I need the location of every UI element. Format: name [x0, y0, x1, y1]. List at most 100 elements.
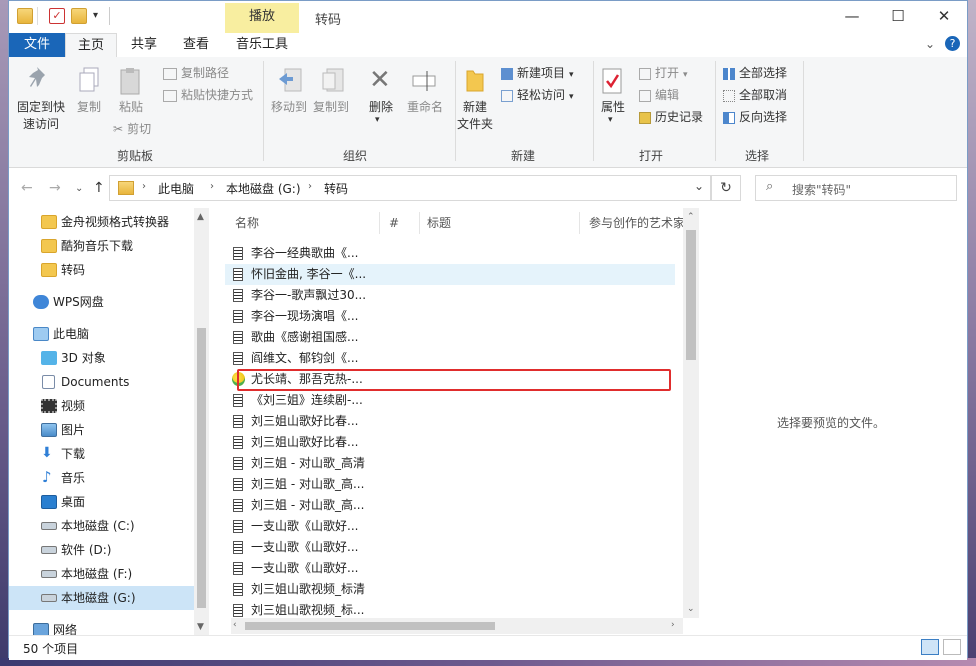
pin-quick-access-button[interactable]: 固定到快 速访问 — [13, 99, 69, 133]
file-row[interactable]: 歌曲《感谢祖国感... — [225, 327, 675, 348]
breadcrumb-this-pc[interactable]: 此电脑 — [158, 180, 194, 197]
tab-view[interactable]: 查看 — [173, 33, 219, 57]
nav-item-folder-3[interactable]: 转码 — [9, 258, 194, 282]
select-all-button[interactable]: 全部选择 — [723, 63, 787, 83]
open-button[interactable]: 打开 ▾ — [639, 63, 688, 83]
easy-access-button[interactable]: 轻松访问 ▾ — [501, 85, 574, 105]
file-list-horizontal-scrollbar[interactable]: ‹ › — [231, 618, 683, 634]
address-bar[interactable]: › 此电脑 › 本地磁盘 (G:) › 转码 ⌄ — [109, 175, 711, 201]
paste-shortcut-button[interactable]: 粘贴快捷方式 — [163, 85, 253, 105]
scroll-up-icon[interactable]: ⌃ — [687, 212, 695, 222]
file-row[interactable]: 一支山歌《山歌好... — [225, 537, 675, 558]
nav-item-folder-1[interactable]: 金舟视频格式转换器 — [9, 210, 194, 234]
file-row[interactable]: 李谷一现场演唱《... — [225, 306, 675, 327]
close-button[interactable]: ✕ — [921, 1, 967, 31]
chevron-down-icon[interactable]: ⌄ — [925, 37, 935, 51]
maximize-button[interactable]: ☐ — [875, 1, 921, 31]
copy-to-button[interactable]: 复制到 — [309, 99, 353, 116]
tab-music-tools[interactable]: 音乐工具 — [225, 33, 299, 57]
history-button[interactable]: 历史记录 — [639, 107, 703, 127]
paste-button[interactable]: 粘贴 — [113, 99, 149, 116]
search-input[interactable]: ⌕ 搜索"转码" — [755, 175, 957, 201]
nav-item-downloads[interactable]: ⬇ 下载 — [9, 442, 194, 466]
file-row[interactable]: 怀旧金曲, 李谷一《... — [225, 264, 675, 285]
nav-item-drive-g[interactable]: 本地磁盘 (G:) — [9, 586, 194, 610]
invert-selection-button[interactable]: 反向选择 — [723, 107, 787, 127]
scroll-down-icon[interactable]: ⌄ — [687, 604, 695, 614]
list-scroll-thumb[interactable] — [686, 230, 696, 360]
nav-item-network[interactable]: 网络 — [9, 618, 194, 635]
file-row[interactable]: 刘三姐 - 对山歌_高... — [225, 474, 675, 495]
file-row[interactable]: 李谷一经典歌曲《... — [225, 243, 675, 264]
delete-button[interactable]: 删除 — [361, 99, 401, 116]
file-row[interactable]: 刘三姐 - 对山歌_高... — [225, 495, 675, 516]
scroll-down-icon[interactable]: ▼ — [197, 622, 204, 632]
copy-button[interactable]: 复制 — [71, 99, 107, 116]
nav-item-music[interactable]: ♪ 音乐 — [9, 466, 194, 490]
column-header-name[interactable]: 名称 — [235, 208, 259, 238]
column-header-title[interactable]: 标题 — [427, 208, 451, 238]
file-row[interactable]: 刘三姐山歌好比春... — [225, 432, 675, 453]
file-list-vertical-scrollbar[interactable]: ⌃ ⌄ — [683, 208, 699, 618]
file-row[interactable]: 一支山歌《山歌好... — [225, 558, 675, 579]
new-folder-button[interactable]: 新建 文件夹 — [455, 99, 495, 133]
nav-item-drive-d[interactable]: 软件 (D:) — [9, 538, 194, 562]
scroll-left-icon[interactable]: ‹ — [233, 620, 237, 630]
file-row[interactable]: 刘三姐山歌好比春... — [225, 411, 675, 432]
nav-scrollbar[interactable]: ▲ ▼ — [194, 208, 209, 635]
recent-dropdown-icon[interactable]: ⌄ — [75, 183, 83, 194]
nav-item-drive-f[interactable]: 本地磁盘 (F:) — [9, 562, 194, 586]
new-item-button[interactable]: 新建项目 ▾ — [501, 63, 574, 83]
nav-item-pictures[interactable]: 图片 — [9, 418, 194, 442]
scroll-up-icon[interactable]: ▲ — [197, 212, 204, 222]
delete-dropdown-icon[interactable]: ▾ — [375, 115, 380, 125]
quick-access-dropdown-icon[interactable]: ▾ — [93, 10, 98, 21]
nav-item-documents[interactable]: Documents — [9, 370, 194, 394]
contextual-tab-play[interactable]: 播放 — [225, 3, 299, 33]
list-hscroll-thumb[interactable] — [245, 622, 495, 630]
forward-arrow-icon[interactable]: → — [49, 180, 61, 196]
column-separator[interactable] — [379, 212, 380, 234]
nav-item-3d[interactable]: 3D 对象 — [9, 346, 194, 370]
tab-share[interactable]: 共享 — [121, 33, 167, 57]
properties-button[interactable]: 属性 — [595, 99, 631, 116]
nav-item-videos[interactable]: 视频 — [9, 394, 194, 418]
file-row[interactable]: 刘三姐 - 对山歌_高清 — [225, 453, 675, 474]
column-header-artist[interactable]: 参与创作的艺术家 — [589, 208, 685, 238]
minimize-button[interactable]: — — [829, 1, 875, 31]
tab-file[interactable]: 文件 — [9, 33, 65, 57]
file-row[interactable]: 刘三姐山歌视频_标清 — [225, 579, 675, 600]
new-folder-icon[interactable] — [71, 8, 87, 24]
nav-item-drive-c[interactable]: 本地磁盘 (C:) — [9, 514, 194, 538]
column-header-number[interactable]: # — [389, 208, 399, 238]
copy-path-button[interactable]: 复制路径 — [163, 63, 229, 83]
file-row[interactable]: 《刘三姐》连续剧-... — [225, 390, 675, 411]
help-icon[interactable]: ? — [945, 36, 960, 51]
nav-item-desktop[interactable]: 桌面 — [9, 490, 194, 514]
nav-item-folder-2[interactable]: 酷狗音乐下载 — [9, 234, 194, 258]
column-separator[interactable] — [579, 212, 580, 234]
nav-item-wps[interactable]: WPS网盘 — [9, 290, 194, 314]
tab-home[interactable]: 主页 — [65, 33, 117, 58]
select-none-button[interactable]: 全部取消 — [723, 85, 787, 105]
breadcrumb-current[interactable]: 转码 — [324, 180, 348, 197]
nav-item-this-pc[interactable]: 此电脑 — [9, 322, 194, 346]
rename-button[interactable]: 重命名 — [403, 99, 447, 116]
column-separator[interactable] — [419, 212, 420, 234]
cut-button[interactable]: ✂ 剪切 — [113, 119, 151, 139]
chevron-down-icon[interactable]: ⌄ — [694, 179, 704, 193]
large-icons-view-icon[interactable] — [943, 639, 961, 655]
move-to-button[interactable]: 移动到 — [267, 99, 311, 116]
details-view-icon[interactable] — [921, 639, 939, 655]
refresh-icon[interactable]: ↻ — [711, 175, 741, 201]
breadcrumb-drive-g[interactable]: 本地磁盘 (G:) — [226, 180, 301, 197]
nav-scroll-thumb[interactable] — [197, 328, 206, 608]
scroll-right-icon[interactable]: › — [671, 620, 675, 630]
file-row[interactable]: 一支山歌《山歌好... — [225, 516, 675, 537]
back-arrow-icon[interactable]: ← — [21, 180, 33, 196]
edit-button[interactable]: 编辑 — [639, 85, 679, 105]
file-row[interactable]: 阎维文、郁钧剑《... — [225, 348, 675, 369]
up-arrow-icon[interactable]: ↑ — [93, 180, 105, 196]
properties-dropdown-icon[interactable]: ▾ — [608, 115, 613, 125]
file-row[interactable]: 李谷一-歌声飘过30... — [225, 285, 675, 306]
